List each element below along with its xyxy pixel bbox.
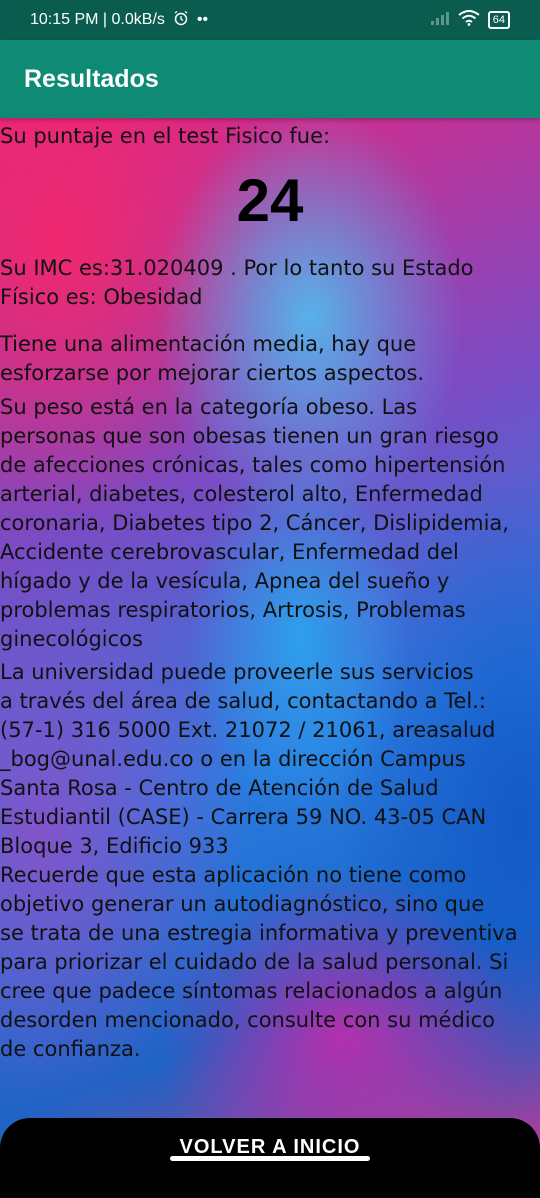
contact-line: _bog@unal.edu.co o en la dirección Campu… [0,747,466,771]
weight-line: arterial, diabetes, colesterol alto, Enf… [0,482,483,506]
contact-line: La universidad puede proveerle sus servi… [0,660,474,684]
home-indicator[interactable] [170,1156,370,1161]
page-title: Resultados [24,64,159,93]
app-bar: Resultados [0,40,540,118]
disclaimer-line: objetivo generar un autodiagnóstico, sin… [0,892,485,916]
weight-line: coronaria, Diabetes tipo 2, Cáncer, Disl… [0,511,509,535]
disclaimer-line: para priorizar el cuidado de la salud pe… [0,950,509,974]
score-value: 24 [236,167,304,234]
weight-line: ginecológicos [0,627,143,651]
notification-dots: •• [196,11,209,28]
score-label: Su puntaje en el test Fisico fue: [0,124,331,148]
status-bar: 10:15 PM | 0.0kB/s •• 64 [0,0,540,40]
disclaimer-line: de confianza. [0,1037,141,1061]
battery-icon: 64 [487,11,510,29]
status-left: 10:15 PM | 0.0kB/s •• [30,10,208,31]
weight-line: hígado y de la vesícula, Apnea del sueño… [0,569,450,593]
imc-line-1: Su IMC es:31.020409 . Por lo tanto su Es… [0,256,474,280]
contact-line: Estudiantil (CASE) - Carrera 59 NO. 43-0… [0,805,487,829]
disclaimer-line: cree que padece síntomas relacionados a … [0,979,503,1003]
weight-line: problemas respiratorios, Artrosis, Probl… [0,598,466,622]
status-right: 64 [430,9,510,31]
alarm-clock-icon [173,10,189,31]
status-time: 10:15 PM | 0.0kB/s [30,11,165,28]
weight-line: Su peso está en la categoría obeso. Las [0,395,418,419]
disclaimer-line: desorden mencionado, consulte con su méd… [0,1008,496,1032]
imc-line-2: Físico es: Obesidad [0,285,203,309]
contact-line: (57-1) 316 5000 Ext. 21072 / 21061, area… [0,718,496,742]
wifi-icon [458,9,480,31]
contact-line: a través del área de salud, contactando … [0,689,486,713]
diet-line-2: esforzarse por mejorar ciertos aspectos. [0,361,425,385]
weight-line: de afecciones crónicas, tales como hiper… [0,453,506,477]
contact-line: Santa Rosa - Centro de Atención de Salud [0,776,439,800]
signal-icon [430,10,450,31]
disclaimer-line: Recuerde que esta aplicación no tiene co… [0,863,467,887]
weight-line: Accidente cerebrovascular, Enfermedad de… [0,540,459,564]
diet-line-1: Tiene una alimentación media, hay que [0,332,417,356]
contact-line: Bloque 3, Edificio 933 [0,834,229,858]
disclaimer-line: se trata de una estregia informativa y p… [0,921,518,945]
results-content: Su puntaje en el test Fisico fue: 24 Su … [0,118,540,1170]
weight-line: personas que son obesas tienen un gran r… [0,424,499,448]
